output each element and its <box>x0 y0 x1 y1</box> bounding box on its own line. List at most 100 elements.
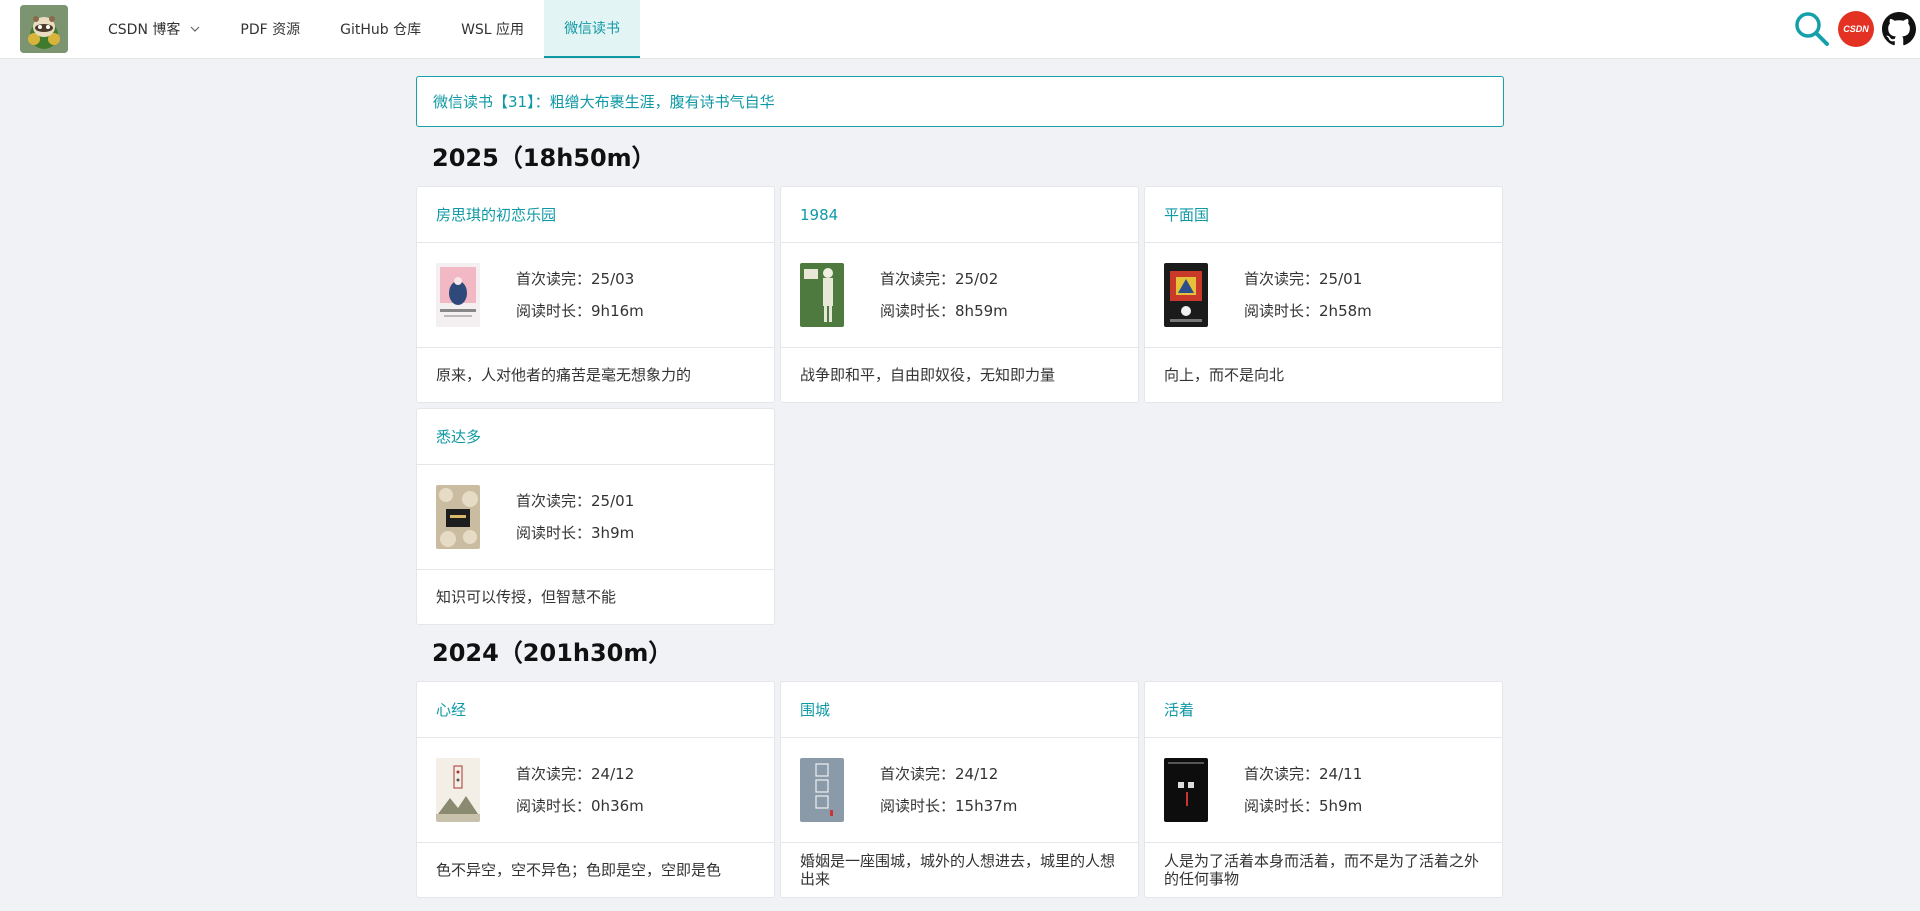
book-card: 1984 首次读完：25/02 阅读时长：8h59m 战争即和平，自由即奴役，无… <box>780 186 1139 403</box>
github-icon <box>1882 12 1916 46</box>
reading-duration: 0h36m <box>591 797 644 815</box>
first-read-label: 首次读完： <box>516 492 592 510</box>
first-read-label: 首次读完： <box>1244 270 1320 288</box>
book-cover-art <box>800 758 844 822</box>
book-cover-image[interactable] <box>800 263 844 327</box>
year-heading: 2024（201h30m） <box>432 639 673 667</box>
main-nav: CSDN 博客 PDF 资源 GitHub 仓库 WSL 应用 微信读书 <box>88 0 641 58</box>
book-meta: 首次读完：25/01 阅读时长：2h58m <box>1244 263 1372 327</box>
top-navbar: CSDN 博客 PDF 资源 GitHub 仓库 WSL 应用 微信读书 CSD… <box>0 0 1920 59</box>
book-meta: 首次读完：24/12 阅读时长：0h36m <box>516 758 644 822</box>
book-card: 围城 首次读完：24/12 阅读时长：15h37m 婚姻是一座围城，城外的人想进… <box>780 681 1139 898</box>
nav-item-label: 微信读书 <box>564 21 621 37</box>
search-icon <box>1795 12 1829 46</box>
raccoon-avatar-icon <box>20 5 68 53</box>
main-content: 微信读书【31】：粗缯大布裹生涯，腹有诗书气自华 2025（18h50m） 房思… <box>416 76 1504 898</box>
nav-item-label: GitHub 仓库 <box>340 22 422 38</box>
book-cover-image[interactable] <box>436 263 480 327</box>
book-cover-art <box>1164 263 1208 327</box>
first-read-date: 25/02 <box>955 270 999 288</box>
book-info: 首次读完：24/12 阅读时长：0h36m <box>417 738 774 843</box>
nav-item-wsl-apps[interactable]: WSL 应用 <box>441 0 544 58</box>
book-cover-art <box>800 263 844 327</box>
chevron-down-icon <box>190 26 200 32</box>
book-title-link[interactable]: 房思琪的初恋乐园 <box>417 187 774 243</box>
book-quote: 色不异空，空不异色；色即是空，空即是色 <box>436 861 722 879</box>
book-grid: 房思琪的初恋乐园 首次读完：25/03 阅读时长：9h16m 原来，人对他者的痛… <box>416 186 1504 625</box>
book-cover-art <box>436 263 480 327</box>
book-meta: 首次读完：24/11 阅读时长：5h9m <box>1244 758 1362 822</box>
book-cover-art <box>436 485 480 549</box>
first-read-date: 24/12 <box>955 765 999 783</box>
book-meta: 首次读完：24/12 阅读时长：15h37m <box>880 758 1017 822</box>
reading-summary-banner[interactable]: 微信读书【31】：粗缯大布裹生涯，腹有诗书气自华 <box>416 76 1504 127</box>
book-cover-image[interactable] <box>800 758 844 822</box>
first-read-label: 首次读完： <box>880 270 956 288</box>
book-meta: 首次读完：25/01 阅读时长：3h9m <box>516 485 634 549</box>
book-card: 心经 首次读完：24/12 阅读时长：0h36m 色不异空，空不异色；色即是空，… <box>416 681 775 898</box>
book-meta: 首次读完：25/03 阅读时长：9h16m <box>516 263 644 327</box>
book-cover-image[interactable] <box>436 758 480 822</box>
reading-duration: 15h37m <box>955 797 1018 815</box>
book-info: 首次读完：25/01 阅读时长：3h9m <box>417 465 774 570</box>
book-meta: 首次读完：25/02 阅读时长：8h59m <box>880 263 1008 327</box>
book-card: 平面国 首次读完：25/01 阅读时长：2h58m 向上，而不是向北 <box>1144 186 1503 403</box>
nav-item-pdf-resources[interactable]: PDF 资源 <box>220 0 320 58</box>
site-logo[interactable] <box>20 5 68 53</box>
first-read-label: 首次读完： <box>880 765 956 783</box>
book-cover-image[interactable] <box>1164 263 1208 327</box>
book-title-link[interactable]: 悉达多 <box>417 409 774 465</box>
first-read-date: 24/12 <box>591 765 635 783</box>
book-cover-image[interactable] <box>436 485 480 549</box>
reading-duration: 5h9m <box>1319 797 1363 815</box>
book-cover-art <box>436 758 480 822</box>
book-cover-art <box>1164 758 1208 822</box>
first-read-date: 25/01 <box>1319 270 1363 288</box>
reading-duration-label: 阅读时长： <box>516 524 592 542</box>
book-quote: 婚姻是一座围城，城外的人想进去，城里的人想出来 <box>800 852 1116 888</box>
csdn-link-button[interactable]: CSDN <box>1838 11 1874 47</box>
book-quote: 原来，人对他者的痛苦是毫无想象力的 <box>436 366 692 384</box>
year-heading: 2025（18h50m） <box>432 144 656 172</box>
book-info: 首次读完：25/03 阅读时长：9h16m <box>417 243 774 348</box>
book-title-link[interactable]: 1984 <box>781 187 1138 243</box>
book-quote: 人是为了活着本身而活着，而不是为了活着之外的任何事物 <box>1164 852 1480 888</box>
reading-duration-label: 阅读时长： <box>516 797 592 815</box>
nav-item-csdn-blog[interactable]: CSDN 博客 <box>88 0 220 58</box>
first-read-label: 首次读完： <box>516 270 592 288</box>
book-info: 首次读完：25/01 阅读时长：2h58m <box>1145 243 1502 348</box>
book-title-link[interactable]: 心经 <box>417 682 774 738</box>
book-title-link[interactable]: 活着 <box>1145 682 1502 738</box>
reading-duration: 8h59m <box>955 302 1008 320</box>
first-read-label: 首次读完： <box>1244 765 1320 783</box>
book-card: 悉达多 首次读完：25/01 阅读时长：3h9m 知识可以传授，但智慧不能 <box>416 408 775 625</box>
first-read-date: 25/03 <box>591 270 635 288</box>
banner-text: 微信读书【31】：粗缯大布裹生涯，腹有诗书气自华 <box>433 93 775 111</box>
book-title-link[interactable]: 围城 <box>781 682 1138 738</box>
github-link-button[interactable] <box>1882 12 1916 46</box>
book-quote: 知识可以传授，但智慧不能 <box>436 588 617 606</box>
reading-duration: 2h58m <box>1319 302 1372 320</box>
nav-item-label: PDF 资源 <box>240 22 301 38</box>
reading-duration-label: 阅读时长： <box>880 797 956 815</box>
search-button[interactable] <box>1792 9 1832 49</box>
nav-item-github-repos[interactable]: GitHub 仓库 <box>320 0 441 58</box>
first-read-date: 24/11 <box>1319 765 1363 783</box>
book-info: 首次读完：24/12 阅读时长：15h37m <box>781 738 1138 843</box>
nav-item-weread[interactable]: 微信读书 <box>544 0 641 58</box>
first-read-date: 25/01 <box>591 492 635 510</box>
book-cover-image[interactable] <box>1164 758 1208 822</box>
reading-duration: 9h16m <box>591 302 644 320</box>
first-read-label: 首次读完： <box>516 765 592 783</box>
reading-duration-label: 阅读时长： <box>516 302 592 320</box>
reading-duration-label: 阅读时长： <box>1244 797 1320 815</box>
book-card: 活着 首次读完：24/11 阅读时长：5h9m 人是为了活着本身而活着，而不是为… <box>1144 681 1503 898</box>
book-title-link[interactable]: 平面国 <box>1145 187 1502 243</box>
reading-duration-label: 阅读时长： <box>880 302 956 320</box>
nav-right-icons: CSDN <box>1792 0 1920 58</box>
nav-item-label: CSDN 博客 <box>108 22 181 38</box>
book-quote: 向上，而不是向北 <box>1164 366 1285 384</box>
book-info: 首次读完：25/02 阅读时长：8h59m <box>781 243 1138 348</box>
reading-duration-label: 阅读时长： <box>1244 302 1320 320</box>
book-card: 房思琪的初恋乐园 首次读完：25/03 阅读时长：9h16m 原来，人对他者的痛… <box>416 186 775 403</box>
